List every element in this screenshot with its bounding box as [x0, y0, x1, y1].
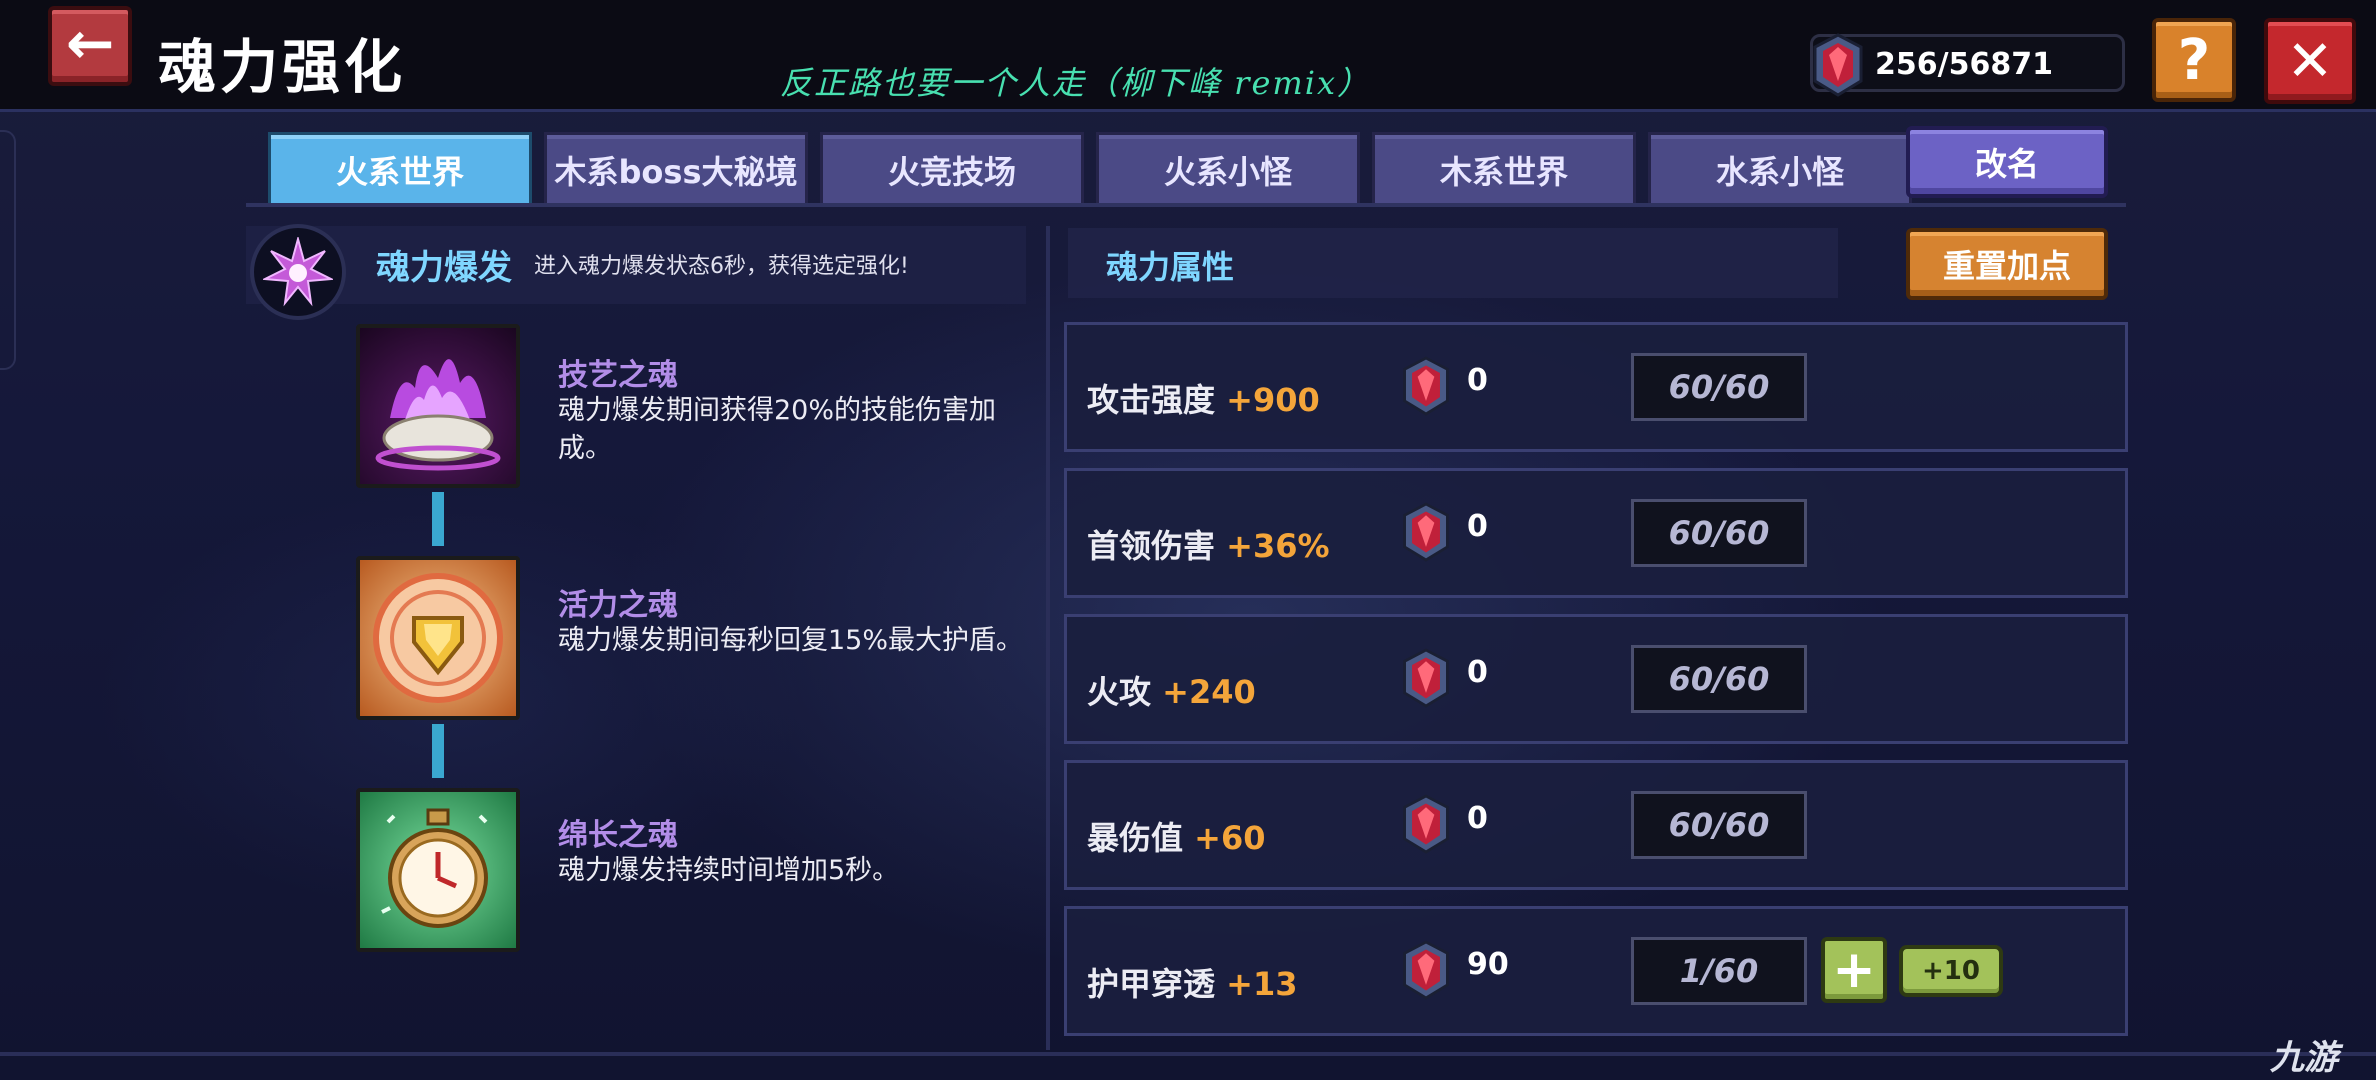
tab-fire-world[interactable]: 火系世界 — [268, 132, 532, 204]
stopwatch-icon[interactable] — [356, 788, 520, 952]
top-bar: ← 魂力强化 反正路也要一个人走（柳下峰 remix） 256/56871 ? … — [0, 0, 2376, 112]
attribute-name: 护甲穿透 +13 — [1087, 959, 1298, 1005]
watermark: 九游 — [2270, 1038, 2338, 1078]
skill-connector — [432, 724, 444, 778]
skill-name-craft: 技艺之魂 — [558, 358, 678, 393]
attribute-progress: 60/60 — [1631, 791, 1807, 859]
soul-gem-icon — [1399, 793, 1453, 859]
tab-fire-mobs[interactable]: 火系小怪 — [1096, 132, 1360, 204]
attribute-bonus: +900 — [1226, 381, 1320, 419]
attribute-gem-count: 0 — [1467, 801, 1488, 836]
skill-name-endurance: 绵长之魂 — [558, 818, 678, 853]
panel-divider — [1046, 226, 1050, 1050]
shield-emblem-icon[interactable] — [356, 556, 520, 720]
soul-burst-title: 魂力爆发 — [376, 248, 512, 288]
currency-value: 256/56871 — [1875, 47, 2053, 82]
attribute-progress: 60/60 — [1631, 499, 1807, 567]
tabs-divider — [246, 203, 2126, 207]
attribute-label: 首领伤害 — [1087, 527, 1216, 565]
soul-gem-icon — [1399, 355, 1453, 421]
purple-flame-icon[interactable] — [356, 324, 520, 488]
skill-desc-vitality: 魂力爆发期间每秒回复15%最大护盾。 — [558, 625, 1024, 656]
attribute-bonus: +13 — [1226, 965, 1298, 1003]
soul-attributes-header: 魂力属性 — [1068, 228, 1838, 298]
tab-wood-world[interactable]: 木系世界 — [1372, 132, 1636, 204]
skill-desc-craft: 魂力爆发期间获得20%的技能伤害加成。 — [558, 395, 997, 464]
skill-name-vitality: 活力之魂 — [558, 588, 678, 623]
close-icon: ✕ — [2286, 28, 2334, 94]
attribute-row: 暴伤值 +60 0 60/60 — [1064, 760, 2128, 890]
close-button[interactable]: ✕ — [2264, 18, 2356, 104]
attribute-bonus: +60 — [1194, 819, 1266, 857]
attribute-gem-count: 90 — [1467, 947, 1509, 982]
scenario-tabs: 火系世界 木系boss大秘境 火竞技场 火系小怪 木系世界 水系小怪 — [268, 132, 1912, 204]
attribute-name: 火攻 +240 — [1087, 667, 1256, 713]
attribute-label: 攻击强度 — [1087, 381, 1216, 419]
song-overlay-text: 反正路也要一个人走（柳下峰 remix） — [780, 64, 1372, 102]
rename-button[interactable]: 改名 — [1906, 126, 2108, 198]
soul-gem-icon — [1399, 647, 1453, 713]
attribute-row: 首领伤害 +36% 0 60/60 — [1064, 468, 2128, 598]
back-arrow-icon: ← — [65, 9, 115, 77]
attribute-gem-count: 0 — [1467, 655, 1488, 690]
attribute-gem-count: 0 — [1467, 509, 1488, 544]
soul-burst-header: 魂力爆发 进入魂力爆发状态6秒，获得选定强化! — [246, 224, 1026, 320]
attribute-progress: 1/60 — [1631, 937, 1807, 1005]
attribute-bonus: +36% — [1226, 527, 1330, 565]
help-button[interactable]: ? — [2152, 18, 2236, 102]
attribute-bonus: +240 — [1162, 673, 1256, 711]
attribute-name: 暴伤值 +60 — [1087, 813, 1266, 859]
attribute-gem-count: 0 — [1467, 363, 1488, 398]
side-drawer-handle[interactable] — [0, 130, 16, 370]
attribute-row: 护甲穿透 +13 90 1/60 + +10 — [1064, 906, 2128, 1036]
attribute-label: 暴伤值 — [1087, 819, 1184, 857]
skill-desc-endurance: 魂力爆发持续时间增加5秒。 — [558, 855, 900, 886]
add-ten-points-button[interactable]: +10 — [1899, 945, 2003, 997]
soul-burst-icon — [250, 224, 346, 320]
question-icon: ? — [2177, 27, 2211, 93]
soul-attributes-title: 魂力属性 — [1106, 248, 1235, 286]
tab-fire-arena[interactable]: 火竞技场 — [820, 132, 1084, 204]
attribute-row: 火攻 +240 0 60/60 — [1064, 614, 2128, 744]
page-title: 魂力强化 — [158, 33, 407, 101]
back-button[interactable]: ← — [48, 6, 132, 86]
reset-points-button[interactable]: 重置加点 — [1906, 228, 2108, 300]
tab-water-mobs[interactable]: 水系小怪 — [1648, 132, 1912, 204]
bottom-divider — [0, 1052, 2376, 1056]
soul-gem-icon — [1399, 501, 1453, 567]
attribute-row: 攻击强度 +900 0 60/60 — [1064, 322, 2128, 452]
attribute-progress: 60/60 — [1631, 353, 1807, 421]
attribute-progress: 60/60 — [1631, 645, 1807, 713]
tab-wood-boss-dungeon[interactable]: 木系boss大秘境 — [544, 132, 808, 204]
attribute-label: 火攻 — [1087, 673, 1152, 711]
soul-gem-currency: 256/56871 — [1810, 33, 2125, 97]
skill-connector — [432, 492, 444, 546]
soul-gem-icon — [1399, 939, 1453, 1005]
soul-gem-icon — [1813, 33, 1863, 97]
add-point-button[interactable]: + — [1821, 937, 1887, 1003]
attribute-name: 首领伤害 +36% — [1087, 521, 1330, 567]
attribute-name: 攻击强度 +900 — [1087, 375, 1320, 421]
attribute-label: 护甲穿透 — [1087, 965, 1216, 1003]
soul-burst-desc: 进入魂力爆发状态6秒，获得选定强化! — [534, 254, 909, 279]
